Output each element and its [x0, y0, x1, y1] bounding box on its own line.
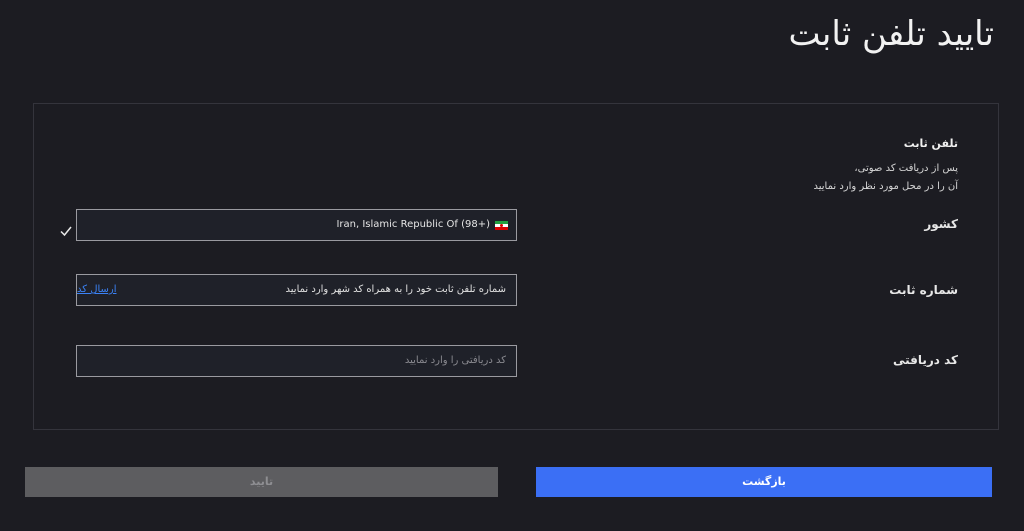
confirm-button[interactable]: تایید — [25, 467, 498, 497]
code-input[interactable]: کد دریافتی را وارد نمایید — [76, 345, 517, 377]
back-button[interactable]: بازگشت — [536, 467, 992, 497]
country-value: Iran, Islamic Republic Of (98+) — [336, 219, 490, 230]
phone-input[interactable]: شماره تلفن ثابت خود را به همراه کد شهر و… — [76, 274, 517, 306]
phone-label: شماره ثابت — [889, 283, 958, 297]
section-description: پس از دریافت کد صوتی، آن را در محل مورد … — [813, 160, 958, 196]
section-title: تلفن ثابت — [903, 137, 958, 150]
send-code-link[interactable]: ارسال کد — [77, 275, 117, 305]
phone-input-text: شماره تلفن ثابت خود را به همراه کد شهر و… — [285, 284, 506, 295]
description-line-2: آن را در محل مورد نظر وارد نمایید — [813, 181, 958, 192]
landline-panel: تلفن ثابت پس از دریافت کد صوتی، آن را در… — [33, 103, 999, 430]
country-select[interactable]: Iran, Islamic Republic Of (98+) — [76, 209, 517, 241]
check-icon — [60, 226, 72, 237]
code-label: کد دریافتی — [892, 353, 958, 367]
description-line-1: پس از دریافت کد صوتی، — [854, 163, 958, 174]
code-input-placeholder: کد دریافتی را وارد نمایید — [404, 355, 506, 366]
page-title: تایید تلفن ثابت — [788, 14, 994, 54]
iran-flag-icon — [495, 220, 508, 230]
country-label: کشور — [924, 217, 958, 231]
